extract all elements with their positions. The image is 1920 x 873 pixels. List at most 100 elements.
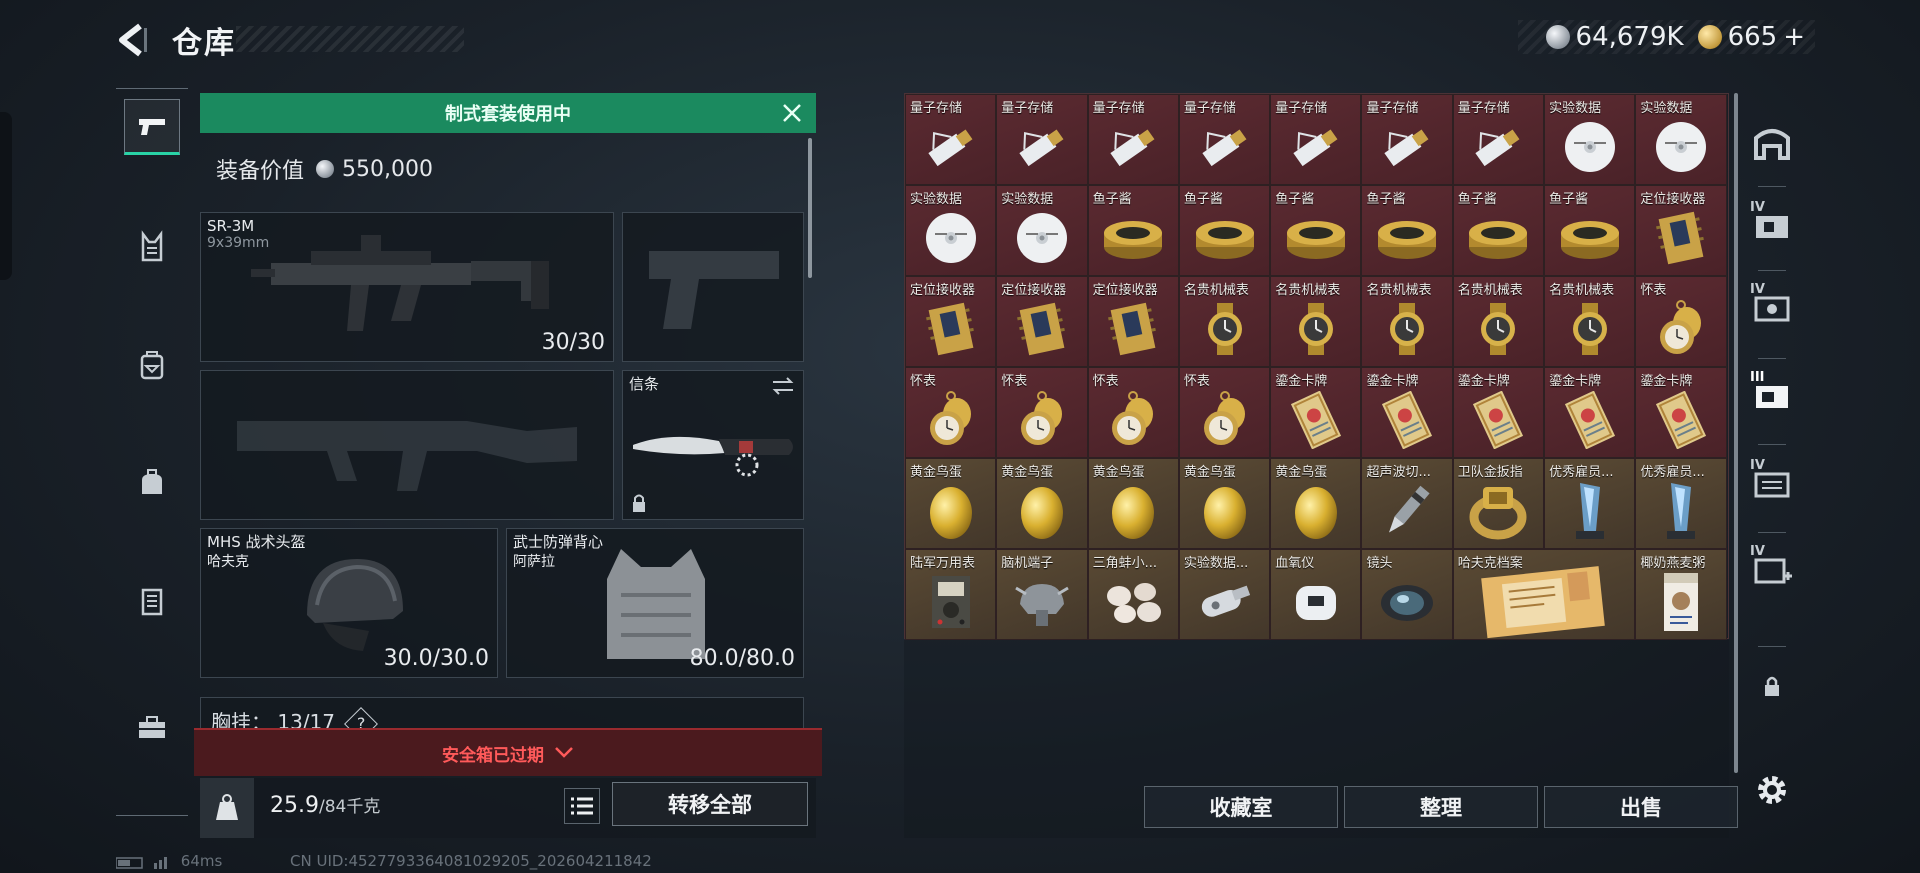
page-title: 仓库 [172, 26, 236, 61]
storage-IV-icon[interactable]: IV [1750, 458, 1794, 506]
item-label: 名贵机械表 [1366, 283, 1432, 298]
storage-item[interactable]: 实验数据 [905, 185, 997, 276]
close-icon[interactable] [778, 99, 806, 127]
storage-item[interactable]: 定位接收器 [1635, 185, 1727, 276]
storage-item[interactable]: 鎏金卡牌 [1452, 367, 1545, 458]
storage-item[interactable]: 实验数据 [1635, 94, 1727, 185]
item-label: 量子存储 [1366, 101, 1419, 116]
storage-IV-add-icon[interactable]: IV [1750, 544, 1794, 592]
storage-item[interactable]: 鎏金卡牌 [1361, 367, 1453, 458]
storage-item[interactable]: 鎏金卡牌 [1270, 367, 1362, 458]
title-decoration [236, 26, 464, 52]
gold-currency[interactable]: 665 + [1697, 22, 1805, 52]
storage-item[interactable]: 定位接收器 [996, 276, 1088, 367]
home-storage-icon[interactable] [1750, 120, 1794, 164]
storage-item[interactable]: 哈夫克档案 [1452, 549, 1636, 640]
loadout-scrollbar[interactable] [808, 138, 812, 278]
tab-toolbox[interactable] [124, 699, 180, 755]
storage-item[interactable]: 实验数据 [1544, 94, 1636, 185]
tab-armor[interactable] [124, 219, 180, 275]
tab-case[interactable] [124, 573, 180, 629]
storage-item[interactable]: 三角蚌小... [1087, 549, 1179, 640]
storage-item[interactable]: 陆军万用表 [905, 549, 997, 640]
organize-button[interactable]: 整理 [1344, 786, 1538, 828]
helmet-slot[interactable]: MHS 战术头盔 哈夫克 30.0/30.0 [200, 528, 498, 678]
storage-item[interactable]: 鱼子酱 [1361, 185, 1453, 276]
storage-item[interactable]: 怀表 [905, 367, 997, 458]
storage-item[interactable]: 实验数据 [996, 185, 1088, 276]
transfer-all-button[interactable]: 转移全部 [612, 782, 808, 826]
tab-backpack[interactable] [124, 337, 180, 393]
tab-weapons[interactable] [124, 99, 180, 155]
storage-item[interactable]: 量子存储 [905, 94, 997, 185]
back-arrow-icon[interactable] [112, 20, 152, 60]
storage-item[interactable]: 鱼子酱 [1452, 185, 1545, 276]
tab-bag[interactable] [124, 455, 180, 511]
storage-item[interactable]: 名贵机械表 [1361, 276, 1453, 367]
storage-item[interactable]: 名贵机械表 [1270, 276, 1362, 367]
primary-weapon-slot[interactable]: SR-3M 9x39mm 30/30 [200, 212, 614, 362]
storage-item[interactable]: 黄金鸟蛋 [1178, 458, 1271, 549]
item-label: 黄金鸟蛋 [910, 465, 963, 480]
storage-IV-icon[interactable]: IV [1750, 282, 1794, 330]
lock-icon[interactable] [1750, 664, 1794, 708]
storage-item[interactable]: 黄金鸟蛋 [905, 458, 997, 549]
storage-scrollbar[interactable] [1734, 93, 1738, 773]
storage-item[interactable]: 优秀雇员... [1635, 458, 1727, 549]
storage-item[interactable]: 怀表 [996, 367, 1088, 458]
storage-item[interactable]: 名贵机械表 [1544, 276, 1636, 367]
storage-item[interactable]: 鎏金卡牌 [1544, 367, 1636, 458]
storage-item[interactable]: 鱼子酱 [1178, 185, 1271, 276]
storage-item[interactable]: 量子存储 [1270, 94, 1362, 185]
storage-item[interactable]: 脑机端子 [996, 549, 1088, 640]
storage-item[interactable]: 黄金鸟蛋 [996, 458, 1088, 549]
preset-loadout-banner: 制式套装使用中 [200, 93, 816, 133]
storage-item[interactable]: 量子存储 [1178, 94, 1271, 185]
storage-item[interactable]: 实验数据... [1178, 549, 1271, 640]
sidearm-slot[interactable] [622, 212, 804, 362]
swap-icon[interactable] [771, 377, 795, 395]
item-label: 实验数据 [1640, 101, 1693, 116]
storage-item[interactable]: 超声波切... [1361, 458, 1453, 549]
storage-item[interactable]: 量子存储 [1087, 94, 1179, 185]
secondary-weapon-slot[interactable] [200, 370, 614, 520]
storage-item[interactable]: 黄金鸟蛋 [1087, 458, 1179, 549]
storage-item[interactable]: 鎏金卡牌 [1635, 367, 1727, 458]
item-label: 量子存储 [1457, 101, 1510, 116]
storage-item[interactable]: 鱼子酱 [1544, 185, 1636, 276]
storage-item[interactable]: 椰奶燕麦粥 [1635, 549, 1727, 640]
melee-slot[interactable]: 信条 [622, 370, 804, 520]
collection-room-button[interactable]: 收藏室 [1144, 786, 1338, 828]
storage-item[interactable]: 定位接收器 [905, 276, 997, 367]
item-label: 镜头 [1366, 556, 1393, 571]
storage-IV-icon[interactable]: IV [1750, 200, 1794, 248]
storage-item[interactable]: 鱼子酱 [1087, 185, 1179, 276]
storage-III-icon[interactable]: III [1750, 370, 1794, 418]
silver-currency: 64,679K [1545, 22, 1684, 52]
add-currency-icon: + [1783, 22, 1805, 52]
storage-item[interactable]: 怀表 [1178, 367, 1271, 458]
item-label: 超声波切... [1366, 465, 1431, 480]
storage-item[interactable]: 鱼子酱 [1270, 185, 1362, 276]
storage-item[interactable]: 卫队金扳指 [1452, 458, 1545, 549]
sell-button[interactable]: 出售 [1544, 786, 1738, 828]
storage-item[interactable]: 怀表 [1087, 367, 1179, 458]
item-label: 优秀雇员... [1549, 465, 1614, 480]
storage-item[interactable]: 量子存储 [1361, 94, 1453, 185]
helmet-name: MHS 战术头盔 [207, 533, 306, 551]
storage-item[interactable]: 量子存储 [1452, 94, 1545, 185]
settings-gear-icon[interactable] [1750, 768, 1794, 812]
list-view-button[interactable] [564, 788, 600, 824]
storage-item[interactable]: 名贵机械表 [1452, 276, 1545, 367]
storage-item[interactable]: 血氧仪 [1270, 549, 1362, 640]
safe-box-expired-banner[interactable]: 安全箱已过期 [194, 728, 822, 776]
storage-item[interactable]: 黄金鸟蛋 [1270, 458, 1362, 549]
armor-slot[interactable]: 武士防弹背心 阿萨拉 80.0/80.0 [506, 528, 804, 678]
item-label: 名贵机械表 [1457, 283, 1523, 298]
storage-item[interactable]: 名贵机械表 [1178, 276, 1271, 367]
storage-item[interactable]: 镜头 [1361, 549, 1453, 640]
storage-item[interactable]: 怀表 [1635, 276, 1727, 367]
storage-item[interactable]: 量子存储 [996, 94, 1088, 185]
storage-item[interactable]: 定位接收器 [1087, 276, 1179, 367]
storage-item[interactable]: 优秀雇员... [1544, 458, 1636, 549]
